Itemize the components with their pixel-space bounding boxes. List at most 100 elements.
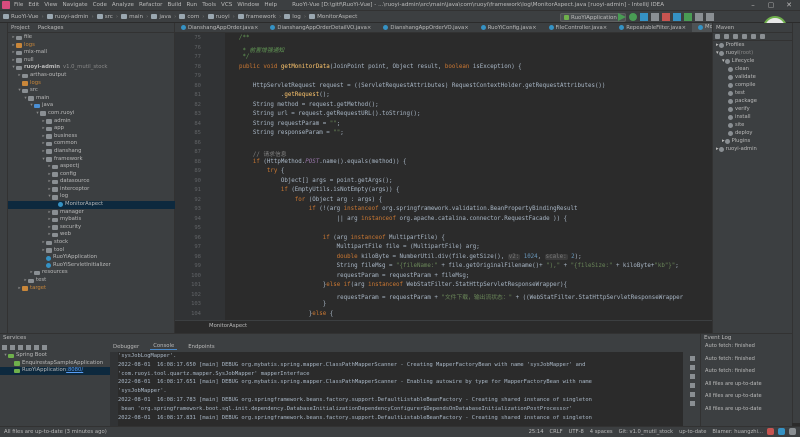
run-icon[interactable]: [618, 13, 626, 21]
event-log-entry[interactable]: Auto fetch: finished: [705, 356, 755, 362]
maven-tree-item[interactable]: validate: [713, 73, 792, 81]
tab-packages[interactable]: Packages: [38, 25, 64, 31]
breadcrumb-item[interactable]: com ›: [179, 14, 207, 20]
menu-item-analyze[interactable]: Analyze: [112, 2, 134, 8]
breadcrumb-item[interactable]: ruoyi ›: [207, 14, 238, 20]
project-tree-item[interactable]: ▸ app: [8, 125, 175, 133]
breadcrumb-item[interactable]: src ›: [96, 14, 121, 20]
project-tree-item[interactable]: ▸ web: [8, 231, 175, 239]
project-tree-item[interactable]: ▸ target: [8, 285, 175, 293]
tray-app-icon[interactable]: [767, 428, 774, 435]
add-icon[interactable]: [42, 344, 47, 350]
run-configuration-select[interactable]: RuoYiApplication ▾: [560, 13, 626, 22]
editor-tab[interactable]: FileController.java ×: [543, 23, 614, 32]
search-icon[interactable]: [706, 13, 714, 21]
project-tree-item[interactable]: ▸ business: [8, 133, 175, 141]
file-encoding[interactable]: UTF-8: [569, 429, 584, 435]
scroll-to-end-icon[interactable]: [689, 383, 695, 388]
services-tree-item[interactable]: EnquirestapSampleApplication: [0, 360, 110, 368]
event-log-entry[interactable]: All files are up-to-date: [705, 406, 762, 412]
print-icon[interactable]: [689, 392, 695, 397]
maven-tree-item[interactable]: test: [713, 89, 792, 97]
project-tree-item[interactable]: ▸ mybatis: [8, 216, 175, 224]
editor-tab[interactable]: DianshangAppOrderDetailVO.java ×: [264, 23, 377, 32]
close-icon[interactable]: ✕: [780, 1, 798, 9]
menu-item-vcs[interactable]: VCS: [221, 2, 232, 8]
event-log-entry[interactable]: Auto fetch: finished: [705, 368, 755, 374]
editor-tab[interactable]: RepeatableFilter.java ×: [613, 23, 692, 32]
project-tree-item[interactable]: ▾ ruoyi-admin v1.0_mutil_stock: [8, 64, 175, 72]
editor-breadcrumb[interactable]: MonitorAspect: [175, 320, 712, 330]
editor-tab[interactable]: DianshangAppOrder.java ×: [175, 23, 264, 32]
group-icon[interactable]: [26, 344, 31, 350]
close-icon[interactable]: ×: [254, 25, 258, 31]
project-tree-item[interactable]: ▸ test: [8, 277, 175, 285]
event-log-entry[interactable]: Auto fetch: finished: [705, 343, 755, 349]
services-tree-item[interactable]: RuoYiApplication :8080/: [0, 367, 110, 375]
project-tree-item[interactable]: ▸ aspectj: [8, 163, 175, 171]
breadcrumb-item[interactable]: RuoYi-Vue ›: [3, 14, 47, 20]
caret-position[interactable]: 25:14: [529, 429, 544, 435]
breadcrumb-item[interactable]: ruoyi-admin ›: [46, 14, 97, 20]
reload-icon[interactable]: [715, 34, 720, 39]
maven-tree-item[interactable]: ▸ Plugins: [713, 137, 792, 145]
close-icon[interactable]: ×: [682, 25, 686, 31]
project-tree-item[interactable]: ▾ framework: [8, 156, 175, 164]
up-arrow-icon[interactable]: [689, 356, 695, 361]
expand-all-icon[interactable]: [10, 344, 15, 350]
down-arrow-icon[interactable]: [689, 365, 695, 370]
maven-tree-item[interactable]: ▾ Lifecycle: [713, 57, 792, 65]
tab-debugger[interactable]: Debugger: [110, 344, 142, 350]
profile-icon[interactable]: [651, 13, 659, 21]
menu-item-build[interactable]: Build: [167, 2, 181, 8]
menu-item-file[interactable]: File: [14, 2, 23, 8]
project-tree-item[interactable]: ▾ log: [8, 193, 175, 201]
breadcrumb-item[interactable]: framework ›: [237, 14, 284, 20]
coverage-icon[interactable]: [640, 13, 648, 21]
menu-item-code[interactable]: Code: [93, 2, 107, 8]
project-tree-item[interactable]: ▸ config: [8, 171, 175, 179]
project-tree-item[interactable]: ▾ src: [8, 87, 175, 95]
indent-setting[interactable]: 4 spaces: [590, 429, 613, 435]
status-message[interactable]: All files are up-to-date (3 minutes ago): [4, 429, 107, 435]
project-tree-item[interactable]: ▾ java: [8, 102, 175, 110]
services-tree-item[interactable]: ▾ Spring Boot: [0, 352, 110, 360]
project-tree-item[interactable]: logs: [8, 80, 175, 88]
project-tree-item[interactable]: ▸ admin: [8, 118, 175, 126]
breadcrumb-item[interactable]: java ›: [151, 14, 179, 20]
vcs-update-icon[interactable]: [673, 13, 681, 21]
project-tree-item[interactable]: ▸ arthas-output: [8, 72, 175, 80]
vcs-commit-icon[interactable]: [684, 13, 692, 21]
tab-project[interactable]: Project: [11, 25, 30, 31]
maven-tree-item[interactable]: package: [713, 97, 792, 105]
tray-app-icon[interactable]: [789, 428, 796, 435]
menu-item-refactor[interactable]: Refactor: [139, 2, 162, 8]
breadcrumb-item[interactable]: MonitorAspect: [309, 14, 357, 20]
tab-console[interactable]: Console: [150, 343, 178, 350]
menu-item-run[interactable]: Run: [186, 2, 197, 8]
project-tree-item[interactable]: MonitorAspect: [8, 201, 175, 209]
project-tree-item[interactable]: RuoYiApplication: [8, 254, 175, 262]
menu-item-view[interactable]: View: [44, 2, 57, 8]
maven-tree-item[interactable]: clean: [713, 65, 792, 73]
project-tree-item[interactable]: ▸ stock: [8, 239, 175, 247]
line-separator[interactable]: CRLF: [550, 429, 563, 435]
project-tree-item[interactable]: ▸ datasource: [8, 178, 175, 186]
close-icon[interactable]: ×: [532, 25, 536, 31]
collapse-all-icon[interactable]: [18, 344, 23, 350]
history-icon[interactable]: [695, 13, 703, 21]
tray-app-icon[interactable]: [778, 428, 785, 435]
project-tree-item[interactable]: ▾ com.ruoyi: [8, 110, 175, 118]
breadcrumb-item[interactable]: log ›: [284, 14, 309, 20]
code-editor[interactable]: /** * 前置增强通知 */ public void getMonitorDa…: [225, 33, 712, 320]
maven-icon[interactable]: [760, 34, 765, 39]
project-tree-item[interactable]: ▸ mix-mall: [8, 49, 175, 57]
maven-tree-item[interactable]: compile: [713, 81, 792, 89]
soft-wrap-icon[interactable]: [689, 374, 695, 379]
tab-endpoints[interactable]: Endpoints: [185, 344, 217, 350]
add-icon[interactable]: [742, 34, 747, 39]
menu-item-navigate[interactable]: Navigate: [63, 2, 88, 8]
console-output[interactable]: 'sysJobLogMapper'. 2022-08-01 16:08:17.65…: [118, 352, 683, 427]
project-tree-item[interactable]: ▸ resources: [8, 269, 175, 277]
download-icon[interactable]: [733, 34, 738, 39]
